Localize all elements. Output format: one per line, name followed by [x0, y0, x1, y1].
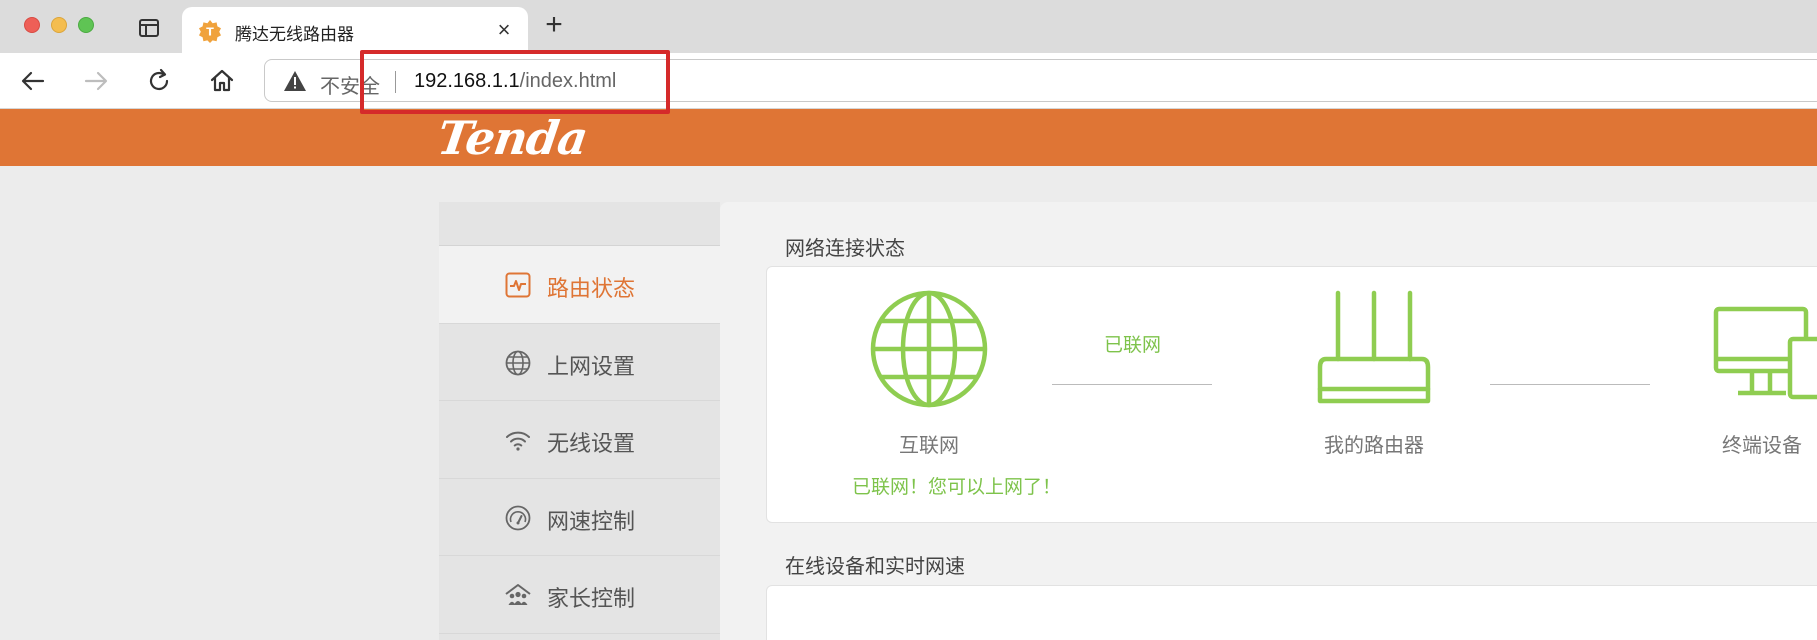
menu-item-speed-control[interactable]: 网速控制 — [439, 478, 720, 556]
menu-item-label: 上网设置 — [547, 353, 636, 379]
warning-icon[interactable] — [283, 70, 307, 92]
connection-line — [1052, 384, 1212, 385]
new-tab-button[interactable]: + — [540, 10, 568, 40]
tenda-favicon-icon: T — [199, 20, 221, 43]
connection-line — [1490, 384, 1650, 385]
forward-button[interactable] — [80, 65, 112, 97]
online-devices-card — [766, 585, 1817, 640]
online-message: 已联网！您可以上网了！ — [852, 477, 1062, 498]
network-status-title: 网络连接状态 — [785, 238, 905, 260]
side-menu-top — [439, 202, 720, 246]
side-menu: 路由状态 上网设置 无线设置 网速控制 家长控制 — [439, 202, 720, 640]
router-label: 我的路由器 — [1324, 435, 1424, 457]
browser-toolbar: 不安全 192.168.1.1/index.html — [0, 53, 1817, 109]
menu-item-internet-settings[interactable]: 上网设置 — [439, 323, 720, 401]
router-icon — [1317, 290, 1431, 404]
tab-title: 腾达无线路由器 — [235, 25, 354, 44]
globe-icon — [505, 350, 531, 375]
zoom-window-button[interactable] — [78, 17, 94, 33]
terminal-label: 终端设备 — [1722, 435, 1802, 457]
tab-close-icon[interactable]: × — [494, 18, 514, 42]
terminal-devices-icon — [1713, 306, 1817, 400]
url-highlight-annotation — [360, 50, 670, 114]
menu-item-parental-control[interactable]: 家长控制 — [439, 556, 720, 634]
arrow-left-icon — [21, 71, 45, 91]
menu-item-label: 网速控制 — [547, 508, 636, 534]
internet-label: 互联网 — [899, 435, 959, 457]
tenda-logo[interactable]: Tenda — [434, 111, 590, 165]
browser-tab[interactable]: T 腾达无线路由器 × — [182, 7, 528, 53]
home-icon — [210, 69, 234, 92]
reload-icon — [149, 68, 169, 91]
close-window-button[interactable] — [24, 17, 40, 33]
family-icon — [505, 584, 531, 605]
browser-tab-bar: T 腾达无线路由器 × + — [0, 0, 1817, 53]
wifi-icon — [506, 431, 530, 451]
sidebar-toggle-icon[interactable] — [139, 19, 159, 37]
menu-item-wireless-settings[interactable]: 无线设置 — [439, 401, 720, 479]
reload-button[interactable] — [143, 65, 175, 97]
main-panel: 网络连接状态 互联网 已联网！您可以上网了！ 已联网 我的路由器 终端设备 在线… — [720, 202, 1817, 640]
menu-item-label: 家长控制 — [547, 586, 636, 611]
connection-status-label: 已联网 — [1104, 335, 1162, 356]
online-devices-title: 在线设备和实时网速 — [785, 556, 965, 578]
menu-item-router-status[interactable]: 路由状态 — [439, 246, 720, 324]
menu-item-label: 无线设置 — [547, 431, 636, 456]
speedometer-icon — [505, 505, 531, 530]
network-status-card: 互联网 已联网！您可以上网了！ 已联网 我的路由器 终端设备 — [766, 266, 1817, 523]
site-header — [0, 109, 1817, 166]
arrow-right-icon — [84, 71, 108, 91]
minimize-window-button[interactable] — [51, 17, 67, 33]
menu-item-label: 路由状态 — [547, 276, 636, 301]
globe-icon — [870, 290, 988, 408]
activity-icon — [505, 272, 531, 298]
svg-text:T: T — [206, 26, 214, 39]
back-button[interactable] — [17, 65, 49, 97]
home-button[interactable] — [206, 65, 238, 97]
